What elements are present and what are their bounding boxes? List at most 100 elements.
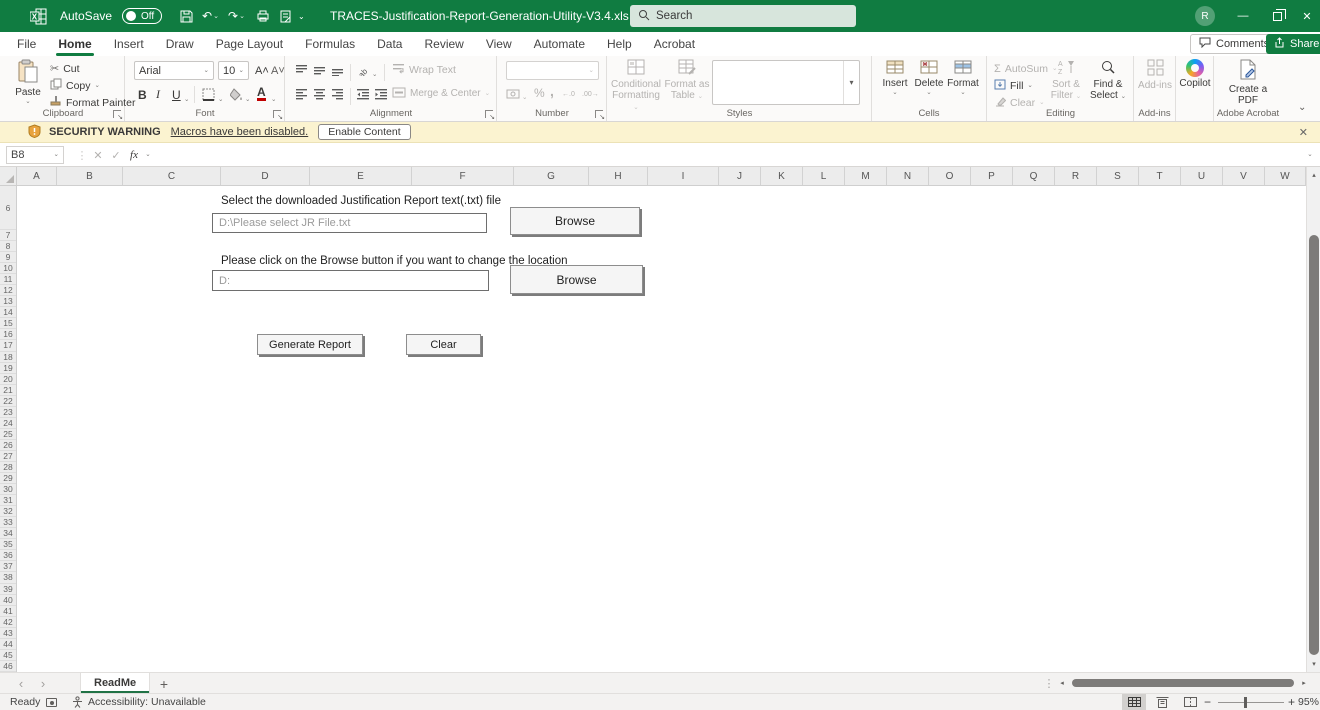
tab-draw[interactable]: Draw — [155, 32, 205, 56]
horizontal-scrollbar[interactable]: ◂ ▸ — [1056, 676, 1310, 690]
name-box-divider-icon[interactable]: ⋮ — [74, 146, 90, 164]
cancel-icon[interactable]: ✕ — [90, 146, 106, 164]
tab-data[interactable]: Data — [366, 32, 413, 56]
column-header-G[interactable]: G — [514, 167, 589, 185]
clear-form-button[interactable]: Clear — [406, 334, 481, 355]
find-select-button[interactable]: Find & Select ⌄ — [1088, 59, 1128, 101]
align-left-icon[interactable] — [295, 86, 308, 101]
comments-button[interactable]: Comments — [1190, 34, 1279, 54]
clipboard-dialog-launcher[interactable] — [113, 110, 123, 121]
fill-button[interactable]: Fill ⌄ — [994, 78, 1033, 93]
row-header-37[interactable]: 37 — [0, 561, 16, 573]
scroll-down-icon[interactable]: ▾ — [1307, 656, 1320, 672]
browse-location-button[interactable]: Browse — [510, 265, 643, 294]
previous-sheet-icon[interactable]: ‹ — [12, 673, 30, 694]
copilot-button[interactable]: Copilot — [1176, 59, 1214, 89]
tab-automate[interactable]: Automate — [523, 32, 596, 56]
font-size-select[interactable]: 10 ⌄ — [218, 61, 249, 80]
alignment-dialog-launcher[interactable] — [485, 110, 495, 121]
row-header-26[interactable]: 26 — [0, 440, 16, 451]
row-header-35[interactable]: 35 — [0, 539, 16, 551]
normal-view-button[interactable] — [1122, 694, 1146, 710]
align-right-icon[interactable] — [331, 86, 344, 101]
collapse-ribbon-icon[interactable]: ⌄ — [1298, 102, 1306, 113]
tab-formulas[interactable]: Formulas — [294, 32, 366, 56]
column-header-I[interactable]: I — [648, 167, 719, 185]
underline-chevron-icon[interactable]: ⌄ — [184, 92, 189, 107]
column-header-K[interactable]: K — [761, 167, 803, 185]
row-header-13[interactable]: 13 — [0, 296, 16, 308]
tab-home[interactable]: Home — [47, 32, 102, 56]
row-header-12[interactable]: 12 — [0, 285, 16, 297]
scroll-left-icon[interactable]: ◂ — [1056, 676, 1068, 690]
row-header-20[interactable]: 20 — [0, 374, 16, 385]
macro-recording-icon[interactable] — [46, 694, 57, 710]
enable-content-button[interactable]: Enable Content — [318, 124, 411, 140]
column-header-J[interactable]: J — [719, 167, 761, 185]
horizontal-scroll-thumb[interactable] — [1072, 679, 1294, 687]
macros-disabled-link[interactable]: Macros have been disabled. — [171, 126, 309, 138]
merge-center-button[interactable]: Merge & Center ⌄ — [392, 86, 490, 101]
select-all-corner[interactable] — [0, 167, 17, 185]
borders-icon[interactable] — [202, 87, 215, 102]
format-as-table-button[interactable]: Format as Table ⌄ — [664, 59, 710, 101]
bold-button[interactable]: B — [138, 87, 147, 102]
gallery-more-icon[interactable]: ▾ — [843, 61, 859, 104]
tab-help[interactable]: Help — [596, 32, 643, 56]
wrap-text-button[interactable]: Wrap Text — [392, 62, 456, 77]
percent-style-icon[interactable]: % — [534, 85, 545, 100]
row-header-41[interactable]: 41 — [0, 606, 16, 617]
next-sheet-icon[interactable]: › — [34, 673, 52, 694]
copy-button[interactable]: Copy ⌄ — [50, 78, 100, 93]
row-header-23[interactable]: 23 — [0, 407, 16, 418]
row-header-22[interactable]: 22 — [0, 396, 16, 407]
zoom-slider-track[interactable] — [1218, 702, 1284, 703]
font-color-icon[interactable]: A — [257, 86, 266, 101]
row-header-30[interactable]: 30 — [0, 484, 16, 496]
tab-acrobat[interactable]: Acrobat — [643, 32, 706, 56]
italic-button[interactable]: I — [156, 87, 160, 102]
print-preview-icon[interactable] — [278, 0, 292, 32]
search-box[interactable] — [630, 5, 856, 27]
row-header-45[interactable]: 45 — [0, 650, 16, 661]
orientation-chevron-icon[interactable]: ⌄ — [372, 67, 377, 82]
row-header-15[interactable]: 15 — [0, 318, 16, 330]
generate-report-button[interactable]: Generate Report — [257, 334, 363, 355]
search-input[interactable] — [656, 10, 836, 22]
column-header-H[interactable]: H — [589, 167, 648, 185]
row-header-44[interactable]: 44 — [0, 639, 16, 650]
number-format-select[interactable]: ⌄ — [506, 61, 599, 80]
row-header-38[interactable]: 38 — [0, 572, 16, 584]
column-header-D[interactable]: D — [221, 167, 310, 185]
delete-cells-button[interactable]: Delete ⌄ — [914, 59, 944, 96]
column-header-L[interactable]: L — [803, 167, 845, 185]
avatar[interactable]: R — [1195, 6, 1215, 26]
page-break-view-button[interactable] — [1178, 694, 1202, 710]
orientation-icon[interactable]: ab — [356, 62, 370, 77]
formula-bar-expand-icon[interactable]: ⌄ — [1302, 146, 1318, 164]
accounting-format-icon[interactable] — [506, 86, 520, 101]
accounting-chevron-icon[interactable]: ⌄ — [522, 90, 527, 105]
row-header-11[interactable]: 11 — [0, 274, 16, 286]
column-header-S[interactable]: S — [1097, 167, 1139, 185]
scroll-up-icon[interactable]: ▴ — [1307, 167, 1320, 183]
row-header-24[interactable]: 24 — [0, 418, 16, 429]
row-header-40[interactable]: 40 — [0, 595, 16, 606]
vertical-scrollbar[interactable]: ▴ ▾ — [1306, 167, 1320, 672]
increase-indent-icon[interactable] — [374, 86, 388, 101]
file-path-input[interactable] — [212, 213, 487, 233]
middle-align-icon[interactable] — [313, 62, 326, 77]
comma-style-icon[interactable]: , — [550, 83, 554, 99]
increase-font-size-icon[interactable]: A˄ — [255, 63, 269, 78]
row-header-33[interactable]: 33 — [0, 517, 16, 529]
tab-file[interactable]: File — [6, 32, 47, 56]
row-header-27[interactable]: 27 — [0, 451, 16, 462]
paste-button[interactable]: Paste ⌄ — [10, 59, 46, 105]
row-header-36[interactable]: 36 — [0, 550, 16, 562]
row-header-18[interactable]: 18 — [0, 352, 16, 363]
row-header-25[interactable]: 25 — [0, 429, 16, 440]
row-header-39[interactable]: 39 — [0, 584, 16, 595]
row-header-8[interactable]: 8 — [0, 241, 16, 253]
number-dialog-launcher[interactable] — [595, 110, 605, 121]
autosave-toggle[interactable]: Off — [122, 0, 163, 32]
